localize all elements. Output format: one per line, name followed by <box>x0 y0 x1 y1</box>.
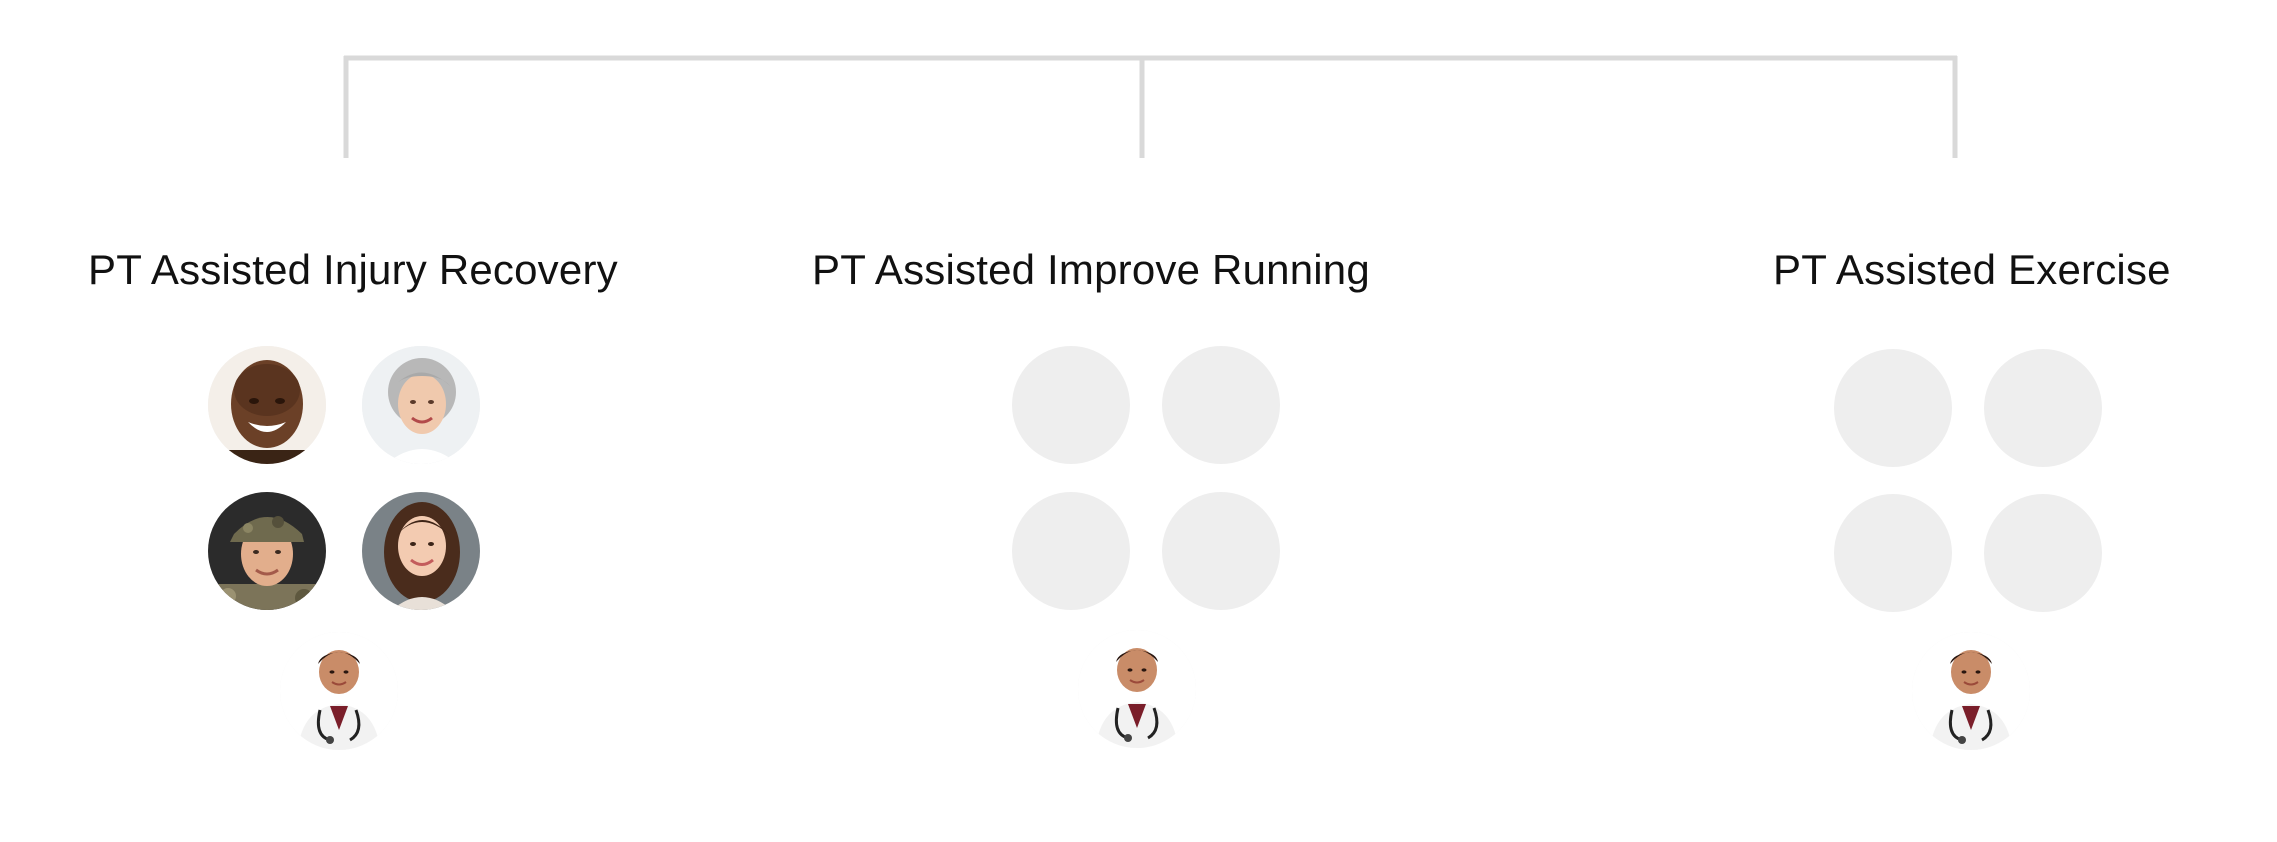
empty-avatar-slot[interactable] <box>1012 346 1130 464</box>
group-title[interactable]: PT Assisted Injury Recovery <box>88 246 618 294</box>
empty-avatar-slot[interactable] <box>1162 492 1280 610</box>
empty-avatar-slot[interactable] <box>1834 349 1952 467</box>
empty-avatar-slot[interactable] <box>1984 494 2102 612</box>
doctor-avatar-icon[interactable] <box>1078 630 1196 748</box>
group-title[interactable]: PT Assisted Improve Running <box>812 246 1370 294</box>
young-woman-avatar-icon[interactable] <box>362 492 480 610</box>
doctor-avatar-icon[interactable] <box>1912 632 2030 750</box>
doctor-avatar-icon[interactable] <box>280 632 398 750</box>
empty-avatar-slot[interactable] <box>1834 494 1952 612</box>
empty-avatar-slot[interactable] <box>1162 346 1280 464</box>
empty-avatar-slot[interactable] <box>1012 492 1130 610</box>
soldier-avatar-icon[interactable] <box>208 492 326 610</box>
group-title[interactable]: PT Assisted Exercise <box>1773 246 2171 294</box>
smiling-man-avatar-icon[interactable] <box>208 346 326 464</box>
gray-haired-woman-avatar-icon[interactable] <box>362 346 480 464</box>
empty-avatar-slot[interactable] <box>1984 349 2102 467</box>
